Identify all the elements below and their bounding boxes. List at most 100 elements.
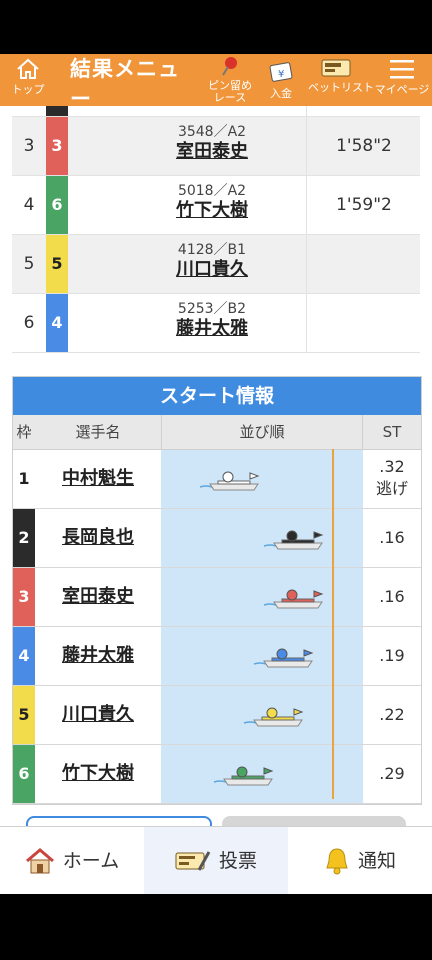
result-row: 4 6 5018／A2 竹下大樹 1'59"2 <box>12 176 420 235</box>
start-timing: .32 逃げ <box>363 450 421 508</box>
nav-notify[interactable]: 通知 <box>288 827 432 894</box>
boat-icon <box>263 530 324 550</box>
race-time <box>306 294 421 352</box>
betlist-button[interactable]: ベットリスト <box>308 54 374 106</box>
header-racer-name: 選手名 <box>75 423 121 441</box>
svg-text:¥: ¥ <box>278 69 284 80</box>
app-header: トップ 結果メニュー ピン留めレース ¥ 入金 ベットリスト マイページ <box>0 54 432 111</box>
start-row: 5 川口貴久 .22 <box>13 686 421 745</box>
ticket-icon <box>321 59 351 77</box>
start-info-panel: スタート情報 枠 選手名 並び順 ST 1 中村魁生 .32 逃げ 2 長岡良也 .16 3 室… <box>12 376 422 805</box>
start-row: 2 長岡良也 .16 <box>13 509 421 568</box>
racer-info: 5018／A2 竹下大樹 <box>132 176 292 234</box>
home-icon <box>17 58 39 79</box>
start-info-rows: 1 中村魁生 .32 逃げ 2 長岡良也 .16 3 室田泰史 .16 4 藤井太雅 .19 5 川口貴久.… <box>13 450 421 804</box>
start-timing: .16 <box>363 509 421 567</box>
lane-badge: 3 <box>13 568 35 626</box>
bell-icon <box>326 848 348 875</box>
racer-name-link[interactable]: 藤井太雅 <box>35 627 161 685</box>
betlist-label: ベットリスト <box>308 81 374 94</box>
start-timing: .22 <box>363 686 421 744</box>
racer-name-link[interactable]: 中村魁生 <box>35 450 161 508</box>
start-row: 3 室田泰史 .16 <box>13 568 421 627</box>
yen-card-icon: ¥ <box>269 62 293 82</box>
result-rank: 6 <box>23 313 35 333</box>
racer-number-class: 5253／B2 <box>177 301 247 317</box>
start-timing: .29 <box>363 745 421 803</box>
start-row: 1 中村魁生 .32 逃げ <box>13 450 421 509</box>
racer-name-link[interactable]: 藤井太雅 <box>132 318 292 340</box>
start-line <box>332 449 334 799</box>
racer-number-class: 4128／B1 <box>177 242 247 258</box>
deposit-button[interactable]: ¥ 入金 <box>259 54 303 106</box>
page-title: 結果メニュー <box>70 57 180 111</box>
lane-badge: 4 <box>13 627 35 685</box>
racer-name-link[interactable]: 川口貴久 <box>35 686 161 744</box>
lane-badge: 4 <box>46 294 68 352</box>
header-st: ST <box>382 423 402 441</box>
racer-info: 4128／B1 川口貴久 <box>132 235 292 293</box>
racer-name-link[interactable]: 竹下大樹 <box>132 200 292 222</box>
nav-notify-label: 通知 <box>357 850 396 872</box>
lane-badge: 3 <box>46 117 68 175</box>
racer-number-class: 3548／A2 <box>177 124 247 140</box>
boat-icon <box>199 471 260 491</box>
top-label: トップ <box>11 83 45 96</box>
boat-icon <box>253 648 314 668</box>
racer-name-link[interactable]: 室田泰史 <box>35 568 161 626</box>
pin-race-label: ピン留めレース <box>208 79 252 104</box>
header-order: 並び順 <box>161 415 363 449</box>
st-value: .32 <box>379 457 405 476</box>
pin-icon <box>222 57 237 76</box>
lane-badge: 5 <box>46 235 68 293</box>
house-icon <box>25 848 54 874</box>
mypage-button[interactable]: マイページ <box>374 54 430 106</box>
ticket-pen-icon <box>175 851 211 871</box>
results-table: 22長岡良也1'58"4333548／A2室田泰史1'58"2465018／A2… <box>12 76 421 353</box>
result-rank: 4 <box>23 195 35 215</box>
racer-name-link[interactable]: 竹下大樹 <box>35 745 161 803</box>
deposit-label: 入金 <box>270 87 292 100</box>
racer-number-class: 5018／A2 <box>177 183 247 199</box>
start-info-header-row: 枠 選手名 並び順 ST <box>13 415 421 450</box>
racer-info: 3548／A2 室田泰史 <box>132 117 292 175</box>
bottom-nav: ホーム 投票 通知 <box>0 826 432 894</box>
start-row: 4 藤井太雅 .19 <box>13 627 421 686</box>
result-rank: 5 <box>23 254 35 274</box>
lane-badge: 5 <box>13 686 35 744</box>
nav-home-label: ホーム <box>62 850 120 872</box>
start-timing: .19 <box>363 627 421 685</box>
nav-vote[interactable]: 投票 <box>144 827 288 894</box>
menu-icon <box>390 60 414 79</box>
nav-vote-label: 投票 <box>218 850 257 872</box>
racer-name-link[interactable]: 室田泰史 <box>132 141 292 163</box>
lane-badge: 6 <box>13 745 35 803</box>
result-rank: 3 <box>23 136 35 156</box>
race-time <box>306 235 421 293</box>
pin-race-button[interactable]: ピン留めレース <box>208 54 252 106</box>
top-button[interactable]: トップ <box>6 54 50 106</box>
race-time: 1'58"2 <box>306 117 421 175</box>
st-value: .19 <box>379 646 405 665</box>
kimarite: 逃げ <box>375 479 408 498</box>
race-time: 1'59"2 <box>306 176 421 234</box>
start-timing: .16 <box>363 568 421 626</box>
mypage-label: マイページ <box>374 83 430 96</box>
boat-icon <box>263 589 324 609</box>
screen: トップ 結果メニュー ピン留めレース ¥ 入金 ベットリスト マイページ 22長… <box>0 54 432 894</box>
boat-icon <box>213 766 274 786</box>
start-info-title: スタート情報 <box>13 377 421 415</box>
lane-badge: 2 <box>13 509 35 567</box>
racer-name-link[interactable]: 川口貴久 <box>132 259 292 281</box>
result-row: 5 5 4128／B1 川口貴久 <box>12 235 420 294</box>
st-value: .29 <box>379 764 405 783</box>
lane-badge: 1 <box>13 450 35 508</box>
st-value: .22 <box>379 705 405 724</box>
start-row: 6 竹下大樹 .29 <box>13 745 421 804</box>
st-value: .16 <box>379 587 405 606</box>
boat-icon <box>243 707 304 727</box>
st-value: .16 <box>379 528 405 547</box>
result-row: 6 4 5253／B2 藤井太雅 <box>12 294 420 353</box>
racer-name-link[interactable]: 長岡良也 <box>35 509 161 567</box>
nav-home[interactable]: ホーム <box>0 827 144 894</box>
